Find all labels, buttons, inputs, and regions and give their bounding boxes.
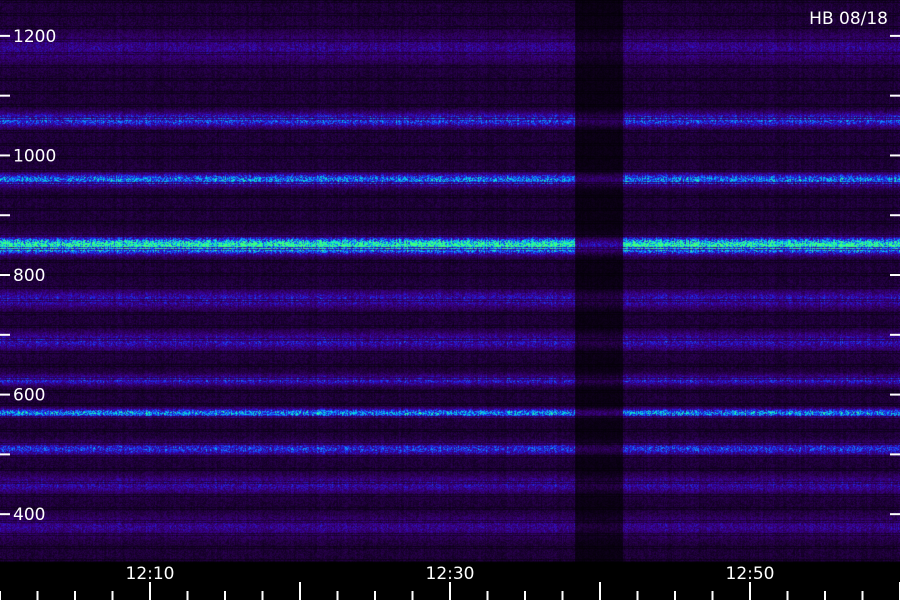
x-tick-label: 12:10 bbox=[126, 564, 175, 584]
y-tick-label: 800 bbox=[13, 266, 45, 286]
y-tick-label: 600 bbox=[13, 386, 45, 406]
y-ticks-left bbox=[0, 34, 10, 516]
y-tick-labels: 1200 1000 800 600 400 bbox=[13, 27, 56, 525]
x-tick-label: 12:50 bbox=[726, 564, 775, 584]
corner-label: HB 08/18 bbox=[809, 9, 888, 29]
y-ticks-right bbox=[890, 34, 900, 516]
y-tick-label: 1200 bbox=[13, 27, 56, 47]
y-tick-label: 1000 bbox=[13, 146, 56, 166]
x-tick-labels: 12:10 12:30 12:50 bbox=[126, 564, 775, 584]
y-tick-label: 400 bbox=[13, 505, 45, 525]
x-tick-label: 12:30 bbox=[426, 564, 475, 584]
spectrogram-axes: 1200 1000 800 600 400 12:10 12:30 12:50 HB 08/… bbox=[0, 9, 900, 600]
x-ticks bbox=[0, 582, 900, 600]
